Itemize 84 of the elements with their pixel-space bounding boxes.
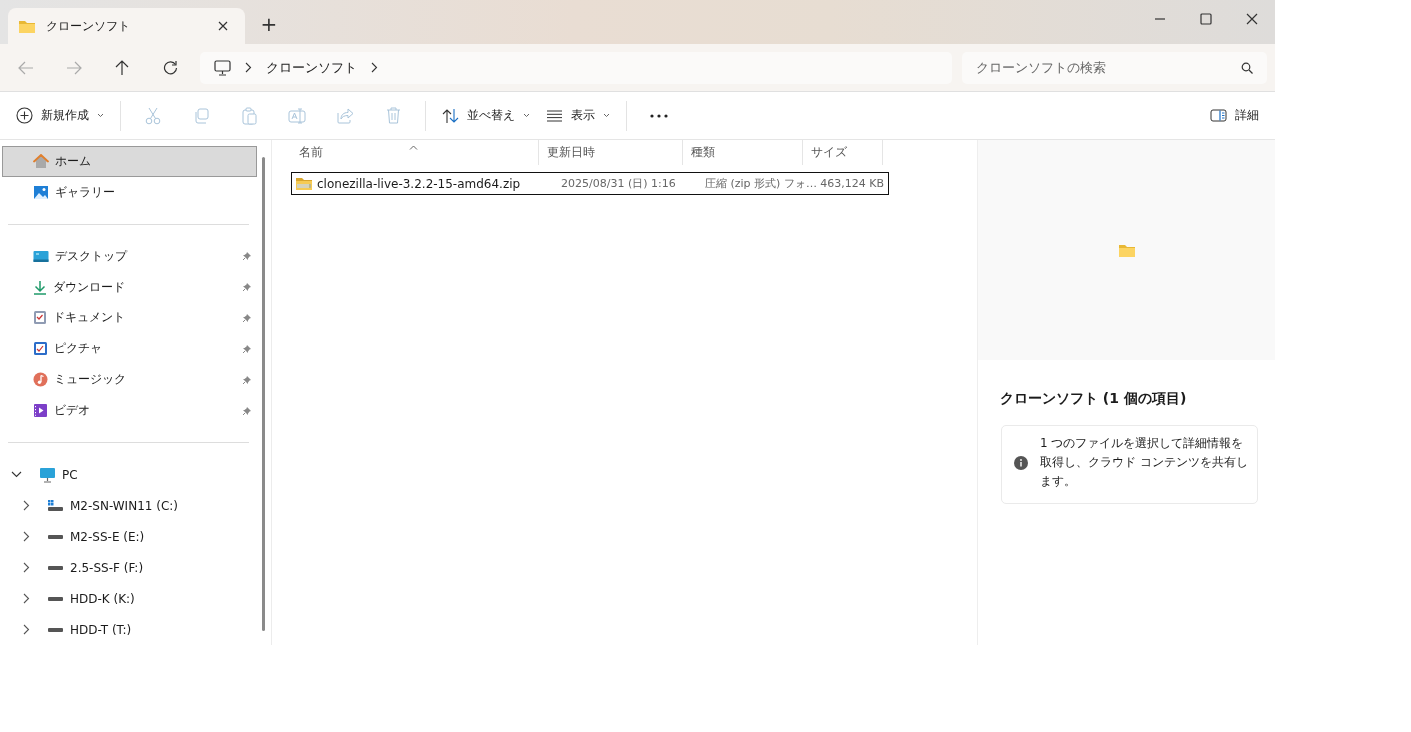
pin-icon (242, 343, 252, 354)
sort-caret-icon (409, 145, 418, 150)
list-view-icon (546, 109, 563, 122)
details-title: クローンソフト (1 個の項目) (1000, 390, 1188, 408)
video-icon (33, 403, 48, 419)
computer-icon (39, 466, 56, 483)
column-header[interactable]: サイズ (803, 140, 883, 165)
gallery-icon (33, 184, 49, 200)
new-tab-button[interactable]: + (257, 10, 281, 38)
drive-icon (47, 533, 64, 540)
details-button[interactable]: 詳細 (1202, 98, 1267, 133)
sidebar-item[interactable]: ホーム (2, 146, 257, 177)
search-icon (1241, 61, 1253, 74)
tree-item[interactable]: HDD-T (T:) (2, 614, 257, 645)
chevron-right-icon (22, 624, 30, 635)
monitor-icon (214, 59, 231, 76)
tree-item[interactable]: 2.5-SS-F (F:) (2, 552, 257, 583)
drive-icon (47, 595, 64, 602)
sort-button[interactable]: 並べ替え (434, 98, 538, 133)
pin-icon (242, 282, 252, 293)
info-icon (1014, 455, 1028, 470)
size-cell-text: 463,124 KB (819, 177, 884, 190)
chevron-right-icon (22, 500, 30, 511)
sidebar-item[interactable]: デスクトップ (2, 240, 257, 272)
chevron-right-icon (22, 593, 30, 604)
chevron-down-icon (10, 471, 22, 478)
music-note-icon (33, 372, 48, 388)
chevron-right-icon (245, 62, 252, 73)
close-icon (1246, 13, 1258, 25)
chevron-right-icon (22, 562, 30, 573)
drive-icon (47, 564, 64, 571)
chevron-right-icon (22, 531, 30, 542)
tree-item[interactable]: M2-SN-WIN11 (C:) (2, 490, 257, 521)
sidebar-item[interactable]: ドキュメント (2, 302, 257, 334)
folder-icon (18, 18, 36, 34)
pin-icon (242, 251, 252, 262)
picture-check-icon (33, 341, 48, 357)
details-pane-icon (1210, 109, 1227, 122)
address-bar[interactable]: クローンソフト (200, 51, 952, 84)
sidebar-item[interactable]: ビデオ (2, 395, 257, 426)
forward-arrow-icon (66, 60, 82, 75)
chevron-right-icon (371, 62, 378, 73)
view-button[interactable]: 表示 (538, 98, 618, 133)
tree-item[interactable]: M2-SS-E (E:) (2, 521, 257, 552)
house-icon (33, 153, 49, 169)
modified-cell-text: 2025/08/31 (日) 1:16 (560, 176, 677, 191)
file-row[interactable]: clonezilla-live-3.2.2-15-amd64.zip 2025/08/31 (日) 1:16 圧縮 (zip 形式) フォ… 463,124 KB (291, 172, 889, 195)
caret-down-icon (523, 113, 530, 118)
folder-tab[interactable]: クローンソフト (8, 8, 245, 44)
caret-down-icon (603, 113, 610, 118)
drive-icon (47, 499, 64, 512)
tree-item[interactable]: PC (2, 459, 257, 490)
caret-down-icon (97, 113, 104, 118)
pin-icon (242, 405, 252, 416)
column-header[interactable]: 更新日時 (539, 140, 683, 165)
maximize-icon (1200, 13, 1212, 25)
refresh-icon (162, 60, 178, 75)
column-header[interactable]: 名前 (291, 140, 539, 165)
new-button[interactable]: 新規作成 (8, 98, 112, 133)
search-field[interactable]: クローンソフトの検索 (962, 51, 1267, 84)
breadcrumb-item[interactable]: クローンソフト (266, 58, 357, 77)
info-text: 1 つのファイルを選択して詳細情報を取得し、クラウド コンテンツを共有します。 (1040, 435, 1249, 490)
close-icon (218, 21, 228, 31)
desktop-icon (33, 249, 49, 263)
type-cell-text: 圧縮 (zip 形式) フォ… (704, 176, 817, 191)
file-name: clonezilla-live-3.2.2-15-amd64.zip (317, 176, 521, 191)
sidebar-item[interactable]: ミュージック (2, 364, 257, 396)
back-arrow-icon (18, 60, 34, 75)
drive-icon (47, 626, 64, 633)
sidebar-item[interactable]: ダウンロード (2, 271, 257, 303)
plus-circle-icon (16, 107, 33, 124)
pin-icon (242, 374, 252, 385)
tree-item[interactable]: HDD-K (K:) (2, 583, 257, 614)
tab-title: クローンソフト (46, 17, 131, 35)
folder-icon (1117, 242, 1136, 258)
sort-icon (442, 107, 459, 124)
scrollbar[interactable] (262, 157, 265, 631)
download-icon (33, 279, 47, 295)
sidebar-item[interactable]: ピクチャ (2, 333, 257, 365)
pin-icon (242, 312, 252, 323)
column-header[interactable]: 種類 (683, 140, 803, 165)
zip-folder-icon (295, 176, 313, 191)
up-arrow-icon (115, 59, 129, 76)
sidebar-item[interactable]: ギャラリー (2, 176, 257, 208)
